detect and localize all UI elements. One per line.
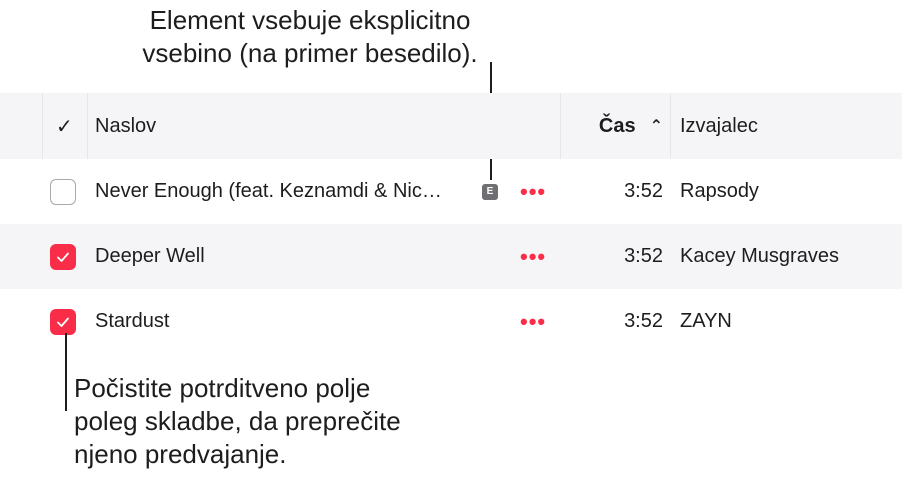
song-artist: Kacey Musgraves [680, 245, 839, 267]
more-options-button[interactable]: ••• [520, 224, 552, 289]
song-checkbox-checked[interactable] [50, 243, 76, 270]
checkmark-icon [57, 252, 69, 262]
checkmark-icon [57, 317, 69, 327]
column-divider [87, 93, 88, 159]
more-options-button[interactable]: ••• [520, 289, 552, 354]
row-checkbox-cell [50, 159, 80, 224]
song-title: Deeper Well [95, 245, 205, 267]
table-row[interactable]: Stardust ••• 3:52 ZAYN [0, 289, 902, 354]
sort-ascending-icon: ⌃ [649, 118, 663, 135]
checkbox-callout-line1: Počistite potrditveno polje [74, 373, 371, 403]
checkbox-callout-line3: njeno predvajanje. [74, 439, 287, 469]
column-header-title[interactable]: Naslov [95, 93, 475, 159]
song-table: ✓ Naslov Čas ⌃ Izvajalec Never Enough (f… [0, 93, 902, 354]
song-time: 3:52 [624, 180, 663, 202]
ellipsis-icon: ••• [520, 308, 547, 334]
explicit-callout-line2: vsebino (na primer besedilo). [142, 38, 478, 68]
song-checkbox-checked[interactable] [50, 308, 76, 335]
column-header-check[interactable]: ✓ [56, 93, 86, 159]
checkbox-callout-leader [65, 333, 67, 411]
song-title: Stardust [95, 310, 170, 332]
checkbox-callout-line2: poleg skladbe, da preprečite [74, 406, 401, 436]
more-options-button[interactable]: ••• [520, 159, 552, 224]
song-time: 3:52 [624, 310, 663, 332]
song-checkbox-unchecked[interactable] [50, 178, 76, 205]
row-checkbox-cell [50, 224, 80, 289]
ellipsis-icon: ••• [520, 178, 547, 204]
table-row[interactable]: Deeper Well ••• 3:52 Kacey Musgraves [0, 224, 902, 289]
column-divider [42, 93, 43, 159]
column-header-time-label: Čas [598, 114, 636, 137]
column-header-time[interactable]: Čas ⌃ [560, 93, 663, 159]
song-time: 3:52 [624, 245, 663, 267]
explicit-badge-cell: E [482, 159, 500, 224]
song-artist: ZAYN [680, 310, 732, 332]
table-header: ✓ Naslov Čas ⌃ Izvajalec [0, 93, 902, 159]
ellipsis-icon: ••• [520, 243, 547, 269]
explicit-callout: Element vsebuje eksplicitno vsebino (na … [100, 4, 520, 70]
checkbox-callout: Počistite potrditveno polje poleg skladb… [74, 372, 494, 471]
song-title: Never Enough (feat. Keznamdi & Nic… [95, 180, 442, 202]
song-artist: Rapsody [680, 180, 759, 202]
explicit-callout-line1: Element vsebuje eksplicitno [149, 5, 471, 35]
column-divider [670, 93, 671, 159]
explicit-icon: E [482, 183, 498, 200]
table-row[interactable]: Never Enough (feat. Keznamdi & Nic… E ••… [0, 159, 902, 224]
column-header-artist[interactable]: Izvajalec [680, 93, 900, 159]
